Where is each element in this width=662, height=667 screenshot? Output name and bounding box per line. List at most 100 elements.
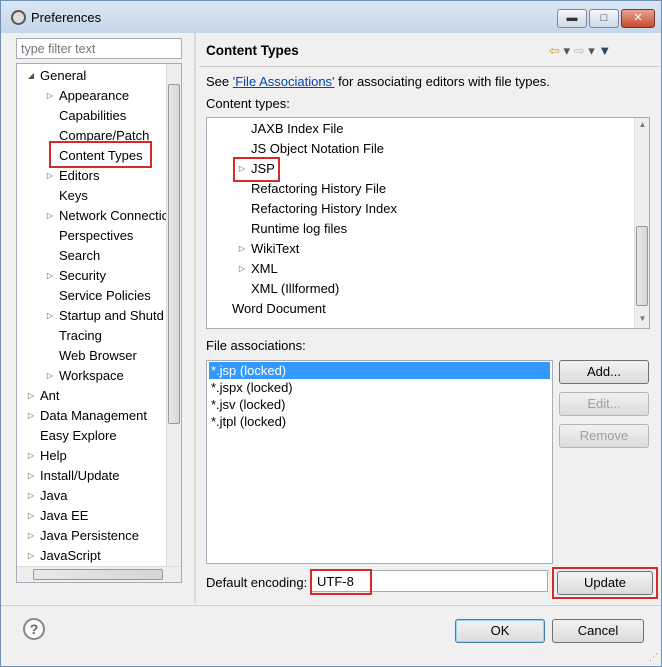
header-separator <box>199 66 659 67</box>
window-title: Preferences <box>31 10 102 25</box>
collapsed-chevron-icon[interactable]: ▷ <box>237 244 247 254</box>
tree-item[interactable]: Capabilities <box>17 106 167 126</box>
collapsed-chevron-icon[interactable]: ▷ <box>45 271 55 281</box>
collapsed-chevron-icon[interactable]: ▷ <box>45 171 55 181</box>
file-association-item[interactable]: *.jspx (locked) <box>209 379 550 396</box>
tree-item[interactable]: ▷ Java EE <box>17 506 167 526</box>
forward-arrow-icon[interactable]: ⇨ <box>574 43 585 58</box>
resize-grip-icon[interactable]: ⋰ <box>649 652 658 663</box>
file-association-item[interactable]: *.jsp (locked) <box>209 362 550 379</box>
tree-item[interactable]: ▷ Security <box>17 266 167 286</box>
content-types-scroll-thumb[interactable] <box>636 226 648 306</box>
content-types-highlight-box <box>49 141 152 168</box>
title-bar[interactable]: Preferences ▬ □ ✕ <box>1 1 661 33</box>
tree-item[interactable]: ▷ Editors <box>17 166 167 186</box>
tree-item-label: Java <box>40 488 68 503</box>
content-type-item[interactable]: ▷ WikiText <box>207 239 627 259</box>
help-icon[interactable]: ? <box>23 618 45 640</box>
content-type-item[interactable]: Refactoring History Index <box>207 199 627 219</box>
collapsed-chevron-icon[interactable]: ▷ <box>26 531 36 541</box>
tree-item[interactable]: ▷ Network Connectio <box>17 206 169 226</box>
content-type-label: XML <box>251 261 278 276</box>
content-type-item[interactable]: XML (Illformed) <box>207 279 627 299</box>
tree-item-label: Keys <box>59 188 88 203</box>
close-button[interactable]: ✕ <box>621 9 655 28</box>
tree-item[interactable]: ▷ JavaScript <box>17 546 167 566</box>
content-types-scrollbar[interactable]: ▲ ▼ <box>634 118 649 328</box>
content-type-item[interactable]: ▷ XML <box>207 259 627 279</box>
tree-item[interactable]: ▷ Data Management <box>17 406 167 426</box>
tree-item[interactable]: ▷ Startup and Shutd <box>17 306 167 326</box>
file-association-item[interactable]: *.jsv (locked) <box>209 396 550 413</box>
tree-item[interactable]: ▷ Workspace <box>17 366 167 386</box>
add-button[interactable]: Add... <box>559 360 649 384</box>
collapsed-chevron-icon[interactable]: ▷ <box>26 451 36 461</box>
filter-input[interactable] <box>16 38 182 59</box>
expanded-chevron-icon[interactable]: ◢ <box>26 71 36 81</box>
content-type-item[interactable]: Refactoring History File <box>207 179 627 199</box>
collapsed-chevron-icon[interactable]: ▷ <box>26 391 36 401</box>
tree-item[interactable]: ▷ Java Persistence <box>17 526 167 546</box>
collapsed-chevron-icon[interactable]: ▷ <box>45 91 55 101</box>
content-type-label: JAXB Index File <box>251 121 344 136</box>
collapsed-chevron-icon[interactable]: ▷ <box>26 551 36 561</box>
content-type-label: Refactoring History File <box>251 181 387 196</box>
file-associations-label: File associations: <box>206 338 306 353</box>
tree-item-label: Startup and Shutd <box>59 308 164 323</box>
tree-item[interactable]: ▷ Install/Update <box>17 466 167 486</box>
edit-button[interactable]: Edit... <box>559 392 649 416</box>
see-description: See 'File Associations' for associating … <box>206 74 550 89</box>
tree-item[interactable]: ◢ General <box>17 66 167 86</box>
tree-item[interactable]: Perspectives <box>17 226 167 246</box>
scroll-up-icon[interactable]: ▲ <box>635 120 649 129</box>
remove-button[interactable]: Remove <box>559 424 649 448</box>
forward-menu-chevron-icon[interactable]: ▾ <box>588 43 595 58</box>
collapsed-chevron-icon[interactable]: ▷ <box>26 511 36 521</box>
scroll-down-icon[interactable]: ▼ <box>635 314 649 323</box>
back-arrow-icon[interactable]: ⇦ <box>549 43 560 58</box>
content-type-item[interactable]: JAXB Index File <box>207 119 627 139</box>
cancel-button[interactable]: Cancel <box>552 619 644 643</box>
collapsed-chevron-icon[interactable]: ▷ <box>45 311 55 321</box>
content-type-item[interactable]: JS Object Notation File <box>207 139 627 159</box>
collapsed-chevron-icon[interactable]: ▷ <box>26 491 36 501</box>
content-types-tree: JAXB Index File JS Object Notation File ▷ J… <box>206 117 650 329</box>
tree-item[interactable]: ▷ Ant <box>17 386 167 406</box>
content-type-label: XML (Illformed) <box>251 281 340 296</box>
sash[interactable] <box>194 33 196 603</box>
collapsed-chevron-icon[interactable]: ▷ <box>45 211 55 221</box>
content-type-item[interactable]: Word Document <box>207 299 627 319</box>
view-menu-icon[interactable]: ▼ <box>598 43 611 58</box>
tree-item-label: Web Browser <box>59 348 137 363</box>
file-association-item[interactable]: *.jtpl (locked) <box>209 413 550 430</box>
collapsed-chevron-icon[interactable]: ▷ <box>26 471 36 481</box>
collapsed-chevron-icon[interactable]: ▷ <box>26 411 36 421</box>
tree-item[interactable]: Search <box>17 246 167 266</box>
tree-item[interactable]: ▷ Help <box>17 446 167 466</box>
tree-item[interactable]: Easy Explore <box>17 426 167 446</box>
collapsed-chevron-icon[interactable]: ▷ <box>237 264 247 274</box>
content-type-item[interactable]: Runtime log files <box>207 219 627 239</box>
tree-item[interactable]: Keys <box>17 186 167 206</box>
tree-item-label: Java EE <box>40 508 89 523</box>
tree-item[interactable]: Tracing <box>17 326 167 346</box>
page-title: Content Types <box>206 43 299 58</box>
tree-horizontal-scrollbar[interactable] <box>17 566 181 582</box>
ok-button[interactable]: OK <box>455 619 545 643</box>
tree-item-label: Security <box>59 268 106 283</box>
file-associations-list: *.jsp (locked) *.jspx (locked) *.jsv (lock… <box>206 360 553 564</box>
tree-item[interactable]: Service Policies <box>17 286 167 306</box>
tree-item[interactable]: ▷ Java <box>17 486 167 506</box>
tree-scroll-thumb[interactable] <box>168 84 180 424</box>
collapsed-chevron-icon[interactable]: ▷ <box>45 371 55 381</box>
file-associations-link[interactable]: 'File Associations' <box>233 74 335 89</box>
tree-item[interactable]: Web Browser <box>17 346 167 366</box>
tree-hscroll-thumb[interactable] <box>33 569 163 580</box>
tree-item[interactable]: ▷ Appearance <box>17 86 167 106</box>
tree-vertical-scrollbar[interactable] <box>166 64 181 566</box>
tree-item-label: General <box>40 68 87 83</box>
back-menu-chevron-icon[interactable]: ▾ <box>564 43 571 58</box>
tree-item-label: Capabilities <box>59 108 127 123</box>
maximize-button[interactable]: □ <box>589 9 619 28</box>
minimize-button[interactable]: ▬ <box>557 9 587 28</box>
